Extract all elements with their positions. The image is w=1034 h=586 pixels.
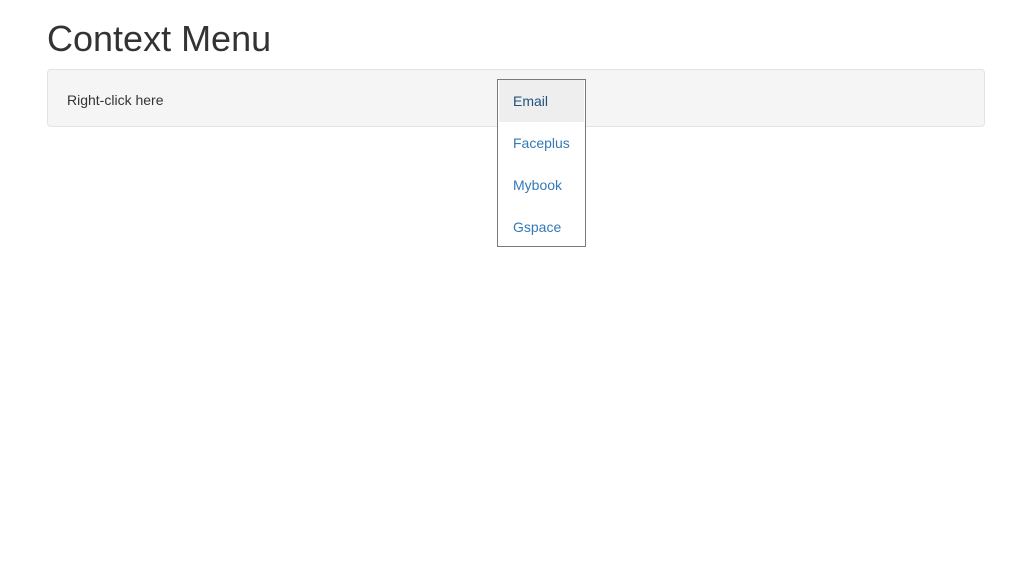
menu-item-email[interactable]: Email bbox=[499, 80, 584, 122]
page-title: Context Menu bbox=[47, 18, 272, 59]
right-click-label: Right-click here bbox=[67, 92, 164, 108]
context-menu: Email Faceplus Mybook Gspace bbox=[497, 79, 586, 247]
menu-item-mybook[interactable]: Mybook bbox=[498, 164, 585, 206]
page: Context Menu Right-click here Email Face… bbox=[0, 0, 1034, 586]
menu-item-gspace[interactable]: Gspace bbox=[498, 206, 585, 248]
menu-item-faceplus[interactable]: Faceplus bbox=[498, 122, 585, 164]
